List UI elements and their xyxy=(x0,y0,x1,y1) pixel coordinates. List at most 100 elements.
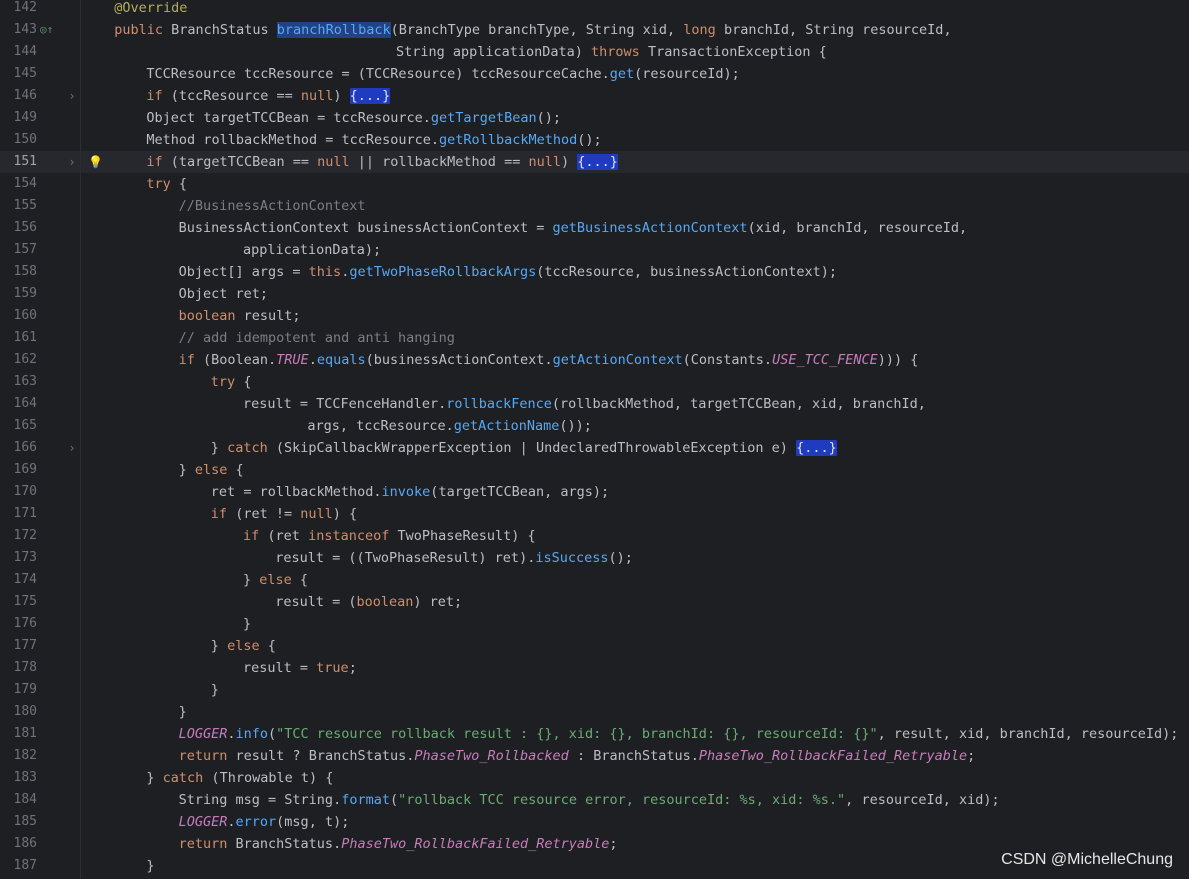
code-line[interactable]: 184 String msg = String.format("rollback … xyxy=(0,789,1189,811)
code-line[interactable]: 174 } else { xyxy=(0,569,1189,591)
line-number: 155 xyxy=(13,198,37,213)
code-line[interactable]: 155 //BusinessActionContext xyxy=(0,195,1189,217)
code-text: Object targetTCCBean = tccResource.getTa… xyxy=(146,110,561,126)
code-text: args, tccResource.getActionName()); xyxy=(307,418,592,434)
gutter: 151 › xyxy=(0,151,82,173)
folded-block[interactable]: {...} xyxy=(796,440,837,456)
code-text: try { xyxy=(146,176,188,192)
line-number: 164 xyxy=(13,396,37,411)
code-line[interactable]: 156 BusinessActionContext businessActionC… xyxy=(0,217,1189,239)
line-number: 179 xyxy=(13,682,37,697)
line-number: 150 xyxy=(13,132,37,147)
code-line[interactable]: 180} xyxy=(0,701,1189,723)
folded-block[interactable]: {...} xyxy=(577,154,618,170)
code-line[interactable]: 154 try { xyxy=(0,173,1189,195)
code-line[interactable]: 159 Object ret; xyxy=(0,283,1189,305)
code-line[interactable]: 178 result = true; xyxy=(0,657,1189,679)
line-number: 146 xyxy=(13,88,37,103)
code-line[interactable]: 149 Object targetTCCBean = tccResource.ge… xyxy=(0,107,1189,129)
code-line[interactable]: 181 LOGGER.info("TCC resource rollback re… xyxy=(0,723,1189,745)
code-line[interactable]: 157 applicationData); xyxy=(0,239,1189,261)
code-text: ret = rollbackMethod.invoke(targetTCCBea… xyxy=(210,484,610,500)
code-line[interactable]: 143 ◎↑ public BranchStatus branchRollback(… xyxy=(0,19,1189,41)
code-line[interactable]: 171 if (ret != null) { xyxy=(0,503,1189,525)
code-line[interactable]: 185 LOGGER.error(msg, t); xyxy=(0,811,1189,833)
line-number: 175 xyxy=(13,594,37,609)
code-text: result = true; xyxy=(243,660,357,676)
line-number: 187 xyxy=(13,858,37,873)
line-number: 145 xyxy=(13,66,37,81)
lightbulb-icon[interactable]: 💡 xyxy=(88,151,104,173)
chevron-right-icon[interactable]: › xyxy=(66,151,78,173)
gutter: 183 xyxy=(0,767,82,789)
code-line[interactable]: 145 TCCResource tccResource = (TCCResourc… xyxy=(0,63,1189,85)
code-text: String msg = String.format("rollback TCC… xyxy=(178,792,1000,808)
gutter: 174 xyxy=(0,569,82,591)
gutter: 145 xyxy=(0,63,82,85)
line-number: 159 xyxy=(13,286,37,301)
code-line[interactable]: 182 return result ? BranchStatus.PhaseTwo… xyxy=(0,745,1189,767)
code-text: } else { xyxy=(243,572,309,588)
override-marker-icon[interactable]: ◎↑ xyxy=(40,19,60,41)
line-number: 162 xyxy=(13,352,37,367)
line-number: 186 xyxy=(13,836,37,851)
code-line[interactable]: 179} xyxy=(0,679,1189,701)
code-line[interactable]: 170 ret = rollbackMethod.invoke(targetTCC… xyxy=(0,481,1189,503)
code-line[interactable]: 160 boolean result; xyxy=(0,305,1189,327)
gutter: 177 xyxy=(0,635,82,657)
watermark: CSDN @MichelleChung xyxy=(1001,851,1173,868)
code-line[interactable]: 164 result = TCCFenceHandler.rollbackFenc… xyxy=(0,393,1189,415)
code-text: } else { xyxy=(210,638,276,654)
code-line[interactable]: 176} xyxy=(0,613,1189,635)
code-line[interactable]: 150 Method rollbackMethod = tccResource.g… xyxy=(0,129,1189,151)
code-text: if (ret instanceof TwoPhaseResult) { xyxy=(243,528,536,544)
code-line[interactable]: 166 ›} catch (SkipCallbackWrapperExceptio… xyxy=(0,437,1189,459)
code-text: LOGGER.info("TCC resource rollback resul… xyxy=(178,726,1179,742)
code-line[interactable]: 158 Object[] args = this.getTwoPhaseRollb… xyxy=(0,261,1189,283)
gutter: 150 xyxy=(0,129,82,151)
code-line[interactable]: 173 result = ((TwoPhaseResult) ret).isSuc… xyxy=(0,547,1189,569)
code-line[interactable]: 151 › 💡 if (targetTCCBean == null || rollba… xyxy=(0,151,1189,173)
code-text: } catch (SkipCallbackWrapperException | … xyxy=(210,440,837,456)
code-line[interactable]: 172 if (ret instanceof TwoPhaseResult) { xyxy=(0,525,1189,547)
line-number: 149 xyxy=(13,110,37,125)
code-text: boolean result; xyxy=(178,308,301,324)
chevron-right-icon[interactable]: › xyxy=(66,85,78,107)
line-number: 156 xyxy=(13,220,37,235)
line-number: 144 xyxy=(13,44,37,59)
code-line[interactable]: 142 @Override xyxy=(0,0,1189,19)
code-line[interactable]: 183} catch (Throwable t) { xyxy=(0,767,1189,789)
code-text: applicationData); xyxy=(243,242,382,258)
code-line[interactable]: 163 try { xyxy=(0,371,1189,393)
code-text: result = TCCFenceHandler.rollbackFence(r… xyxy=(243,396,926,412)
code-line[interactable]: 146 › if (tccResource == null) {...} xyxy=(0,85,1189,107)
code-text: } xyxy=(178,704,187,720)
code-line[interactable]: 175 result = (boolean) ret; xyxy=(0,591,1189,613)
code-line[interactable]: 162 if (Boolean.TRUE.equals(businessActio… xyxy=(0,349,1189,371)
code-text: Method rollbackMethod = tccResource.getR… xyxy=(146,132,602,148)
gutter: 182 xyxy=(0,745,82,767)
line-number: 178 xyxy=(13,660,37,675)
code-line[interactable]: 177 } else { xyxy=(0,635,1189,657)
folded-block[interactable]: {...} xyxy=(349,88,391,104)
gutter: 154 xyxy=(0,173,82,195)
code-line[interactable]: 144 String applicationData) throws Transa… xyxy=(0,41,1189,63)
gutter: 187 xyxy=(0,855,82,877)
code-line[interactable]: 161 // add idempotent and anti hanging xyxy=(0,327,1189,349)
gutter: 162 xyxy=(0,349,82,371)
gutter: 157 xyxy=(0,239,82,261)
line-number: 154 xyxy=(13,176,37,191)
gutter-separator xyxy=(80,0,81,879)
code-line[interactable]: 165 args, tccResource.getActionName()); xyxy=(0,415,1189,437)
line-number: 142 xyxy=(13,0,37,15)
code-editor[interactable]: 142 @Override 143 ◎↑ public BranchStatus bra… xyxy=(0,0,1189,877)
gutter: 143 ◎↑ xyxy=(0,19,82,41)
line-number: 182 xyxy=(13,748,37,763)
chevron-right-icon[interactable]: › xyxy=(66,437,78,459)
line-number: 165 xyxy=(13,418,37,433)
code-line[interactable]: 169} else { xyxy=(0,459,1189,481)
code-text: public BranchStatus branchRollback(Branc… xyxy=(114,22,952,38)
code-text: TCCResource tccResource = (TCCResource) … xyxy=(146,66,740,82)
gutter: 179 xyxy=(0,679,82,701)
line-number: 161 xyxy=(13,330,37,345)
